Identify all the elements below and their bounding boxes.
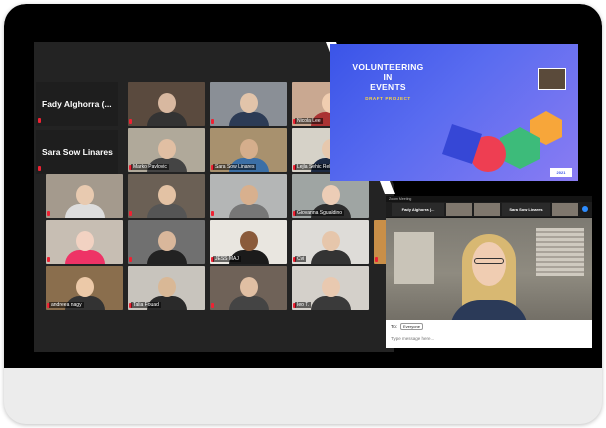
participant-body xyxy=(229,112,269,126)
slide-logo: 2021 xyxy=(550,168,572,177)
monitor-screen: Fady Alghorra (... Sara Sow Linares Nicola… xyxy=(4,4,602,368)
muted-mic-icon xyxy=(38,166,41,171)
participant-head xyxy=(240,277,258,297)
participant-body xyxy=(229,204,269,218)
participant-name-label: Marko Pavlovic xyxy=(131,164,169,170)
muted-mic-icon xyxy=(211,119,214,124)
participant-video-tile[interactable]: Ieo T. xyxy=(292,266,369,310)
participant-video-tile[interactable] xyxy=(210,266,287,310)
participant-name: Fady Alghorra (... xyxy=(42,99,112,109)
strip-video-tile[interactable] xyxy=(446,203,472,216)
shared-slide: VOLUNTEERING IN EVENTS DRAFT PROJECT 202… xyxy=(330,44,578,181)
participant-body xyxy=(311,250,351,264)
muted-mic-icon xyxy=(47,257,50,262)
participant-name: Sara Sow Linares xyxy=(42,147,113,157)
participant-video-tile[interactable] xyxy=(128,174,205,218)
participant-name-label: Ieo T. xyxy=(295,302,312,308)
strip-video-tile[interactable] xyxy=(474,203,500,216)
participant-body xyxy=(311,296,351,310)
participant-head xyxy=(158,93,176,113)
chat-message-input[interactable] xyxy=(391,334,531,342)
participant-head xyxy=(76,277,94,297)
participant-video-tile[interactable] xyxy=(128,82,205,126)
participant-name-label: Cvi xyxy=(295,256,307,262)
speaker-face xyxy=(472,242,506,286)
participant-video-tile[interactable] xyxy=(46,220,123,264)
participant-head xyxy=(76,185,94,205)
participant-video-tile[interactable]: Sara Sow Linares xyxy=(210,128,287,172)
participant-video-tile[interactable] xyxy=(210,82,287,126)
participant-body xyxy=(229,296,269,310)
participant-head xyxy=(158,277,176,297)
participant-head xyxy=(322,231,340,251)
participant-name-label: Talia Fouad xyxy=(131,302,161,308)
participant-body xyxy=(147,250,187,264)
photo-frame: Fady Alghorra (... Sara Sow Linares Nicola… xyxy=(4,4,602,424)
info-icon[interactable] xyxy=(582,206,588,212)
participant-head xyxy=(240,93,258,113)
muted-mic-icon xyxy=(375,257,378,262)
muted-mic-icon xyxy=(47,211,50,216)
muted-mic-icon xyxy=(129,211,132,216)
muted-mic-icon xyxy=(211,211,214,216)
participant-video-tile[interactable] xyxy=(46,174,123,218)
glasses-icon xyxy=(474,258,504,264)
participant-head xyxy=(158,185,176,205)
speaker-video xyxy=(386,218,592,329)
participant-video-tile[interactable]: Marko Pavlovic xyxy=(128,128,205,172)
participant-video-tile[interactable]: JESS MAJ xyxy=(210,220,287,264)
participant-name-label: JESS MAJ xyxy=(213,256,241,262)
window-title: Zoom Meeting xyxy=(389,197,412,201)
slide-title: VOLUNTEERING IN EVENTS xyxy=(352,62,424,92)
slide-presenter-thumbnail xyxy=(538,68,566,90)
window-blinds xyxy=(536,228,584,276)
participant-video-tile[interactable]: andreea nagy xyxy=(46,266,123,310)
participant-strip: Fady Alghorra (... Sara Sow Linares xyxy=(386,202,592,217)
chat-recipient-select[interactable]: Everyone xyxy=(400,323,423,330)
strip-video-tile[interactable] xyxy=(552,203,578,216)
participant-head xyxy=(240,139,258,159)
slide-subtitle: DRAFT PROJECT xyxy=(365,96,411,101)
participant-head xyxy=(322,185,340,205)
participant-body xyxy=(147,112,187,126)
participant-name-tile[interactable]: Fady Alghorra (... xyxy=(36,82,118,126)
participant-video-tile[interactable] xyxy=(128,220,205,264)
participant-name-tile[interactable]: Sara Sow Linares xyxy=(36,130,118,174)
participant-name-label: andreea nagy xyxy=(49,302,84,308)
strip-name-tile[interactable]: Fady Alghorra (... xyxy=(392,203,444,216)
muted-mic-icon xyxy=(211,303,214,308)
chat-panel: To: Everyone xyxy=(386,320,592,348)
participant-head xyxy=(158,139,176,159)
participant-body xyxy=(65,250,105,264)
participant-head xyxy=(240,231,258,251)
chat-to-label: To: xyxy=(391,324,398,329)
participant-head xyxy=(240,185,258,205)
participant-head xyxy=(322,277,340,297)
participant-name-label: Giovanna Sgualdino xyxy=(295,210,345,216)
participant-video-tile[interactable]: Cvi xyxy=(292,220,369,264)
muted-mic-icon xyxy=(129,257,132,262)
zoom-window: Zoom Meeting Fady Alghorra (... Sara Sow … xyxy=(386,196,592,348)
participant-body xyxy=(147,204,187,218)
participant-head xyxy=(76,231,94,251)
participant-video-tile[interactable] xyxy=(210,174,287,218)
strip-name-tile[interactable]: Sara Sow Linares xyxy=(502,203,550,216)
participant-video-tile[interactable]: Talia Fouad xyxy=(128,266,205,310)
participant-name-label: Nicola Lee xyxy=(295,118,323,124)
muted-mic-icon xyxy=(129,119,132,124)
square-navy-icon xyxy=(442,124,482,164)
participant-name-label: Sara Sow Linares xyxy=(213,164,257,170)
wall-shelf xyxy=(394,232,434,284)
participant-head xyxy=(158,231,176,251)
participant-body xyxy=(65,204,105,218)
muted-mic-icon xyxy=(38,118,41,123)
